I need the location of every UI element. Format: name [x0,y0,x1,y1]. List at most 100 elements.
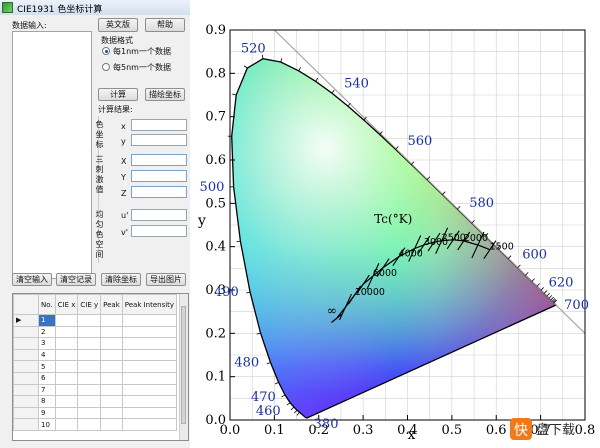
export-image-button[interactable]: 导出图片 [146,273,186,286]
table-cell[interactable] [121,348,178,362]
results-grid[interactable]: No. CIE x CIE y Peak Peak Intensity ▶ 1 2 3 4 5 6 7… [12,293,189,441]
table-cell[interactable]: 2 [38,325,56,339]
table-cell[interactable] [77,314,102,327]
column-header-2[interactable]: CIE x [54,294,79,315]
table-cell[interactable] [100,371,123,385]
y-output[interactable] [131,134,187,146]
table-cell[interactable] [77,418,102,431]
help-button[interactable]: 帮助 [145,18,185,32]
table-cell[interactable] [54,325,79,339]
data-input-textarea[interactable] [12,31,92,279]
table-cell[interactable] [100,314,123,327]
table-cell[interactable] [77,371,102,385]
table-row[interactable]: 9 [13,406,178,420]
table-cell[interactable] [77,360,102,373]
row-header[interactable] [13,371,39,385]
table-row[interactable]: 8 [13,395,178,408]
row-header[interactable] [13,406,39,420]
row-header[interactable] [13,383,39,397]
table-cell[interactable] [54,383,79,397]
table-cell[interactable] [121,337,178,350]
table-cell[interactable]: 8 [38,395,56,408]
table-cell[interactable] [77,337,102,350]
table-row[interactable]: 7 [13,383,178,397]
table-cell[interactable]: 10 [38,418,56,431]
X-output[interactable] [131,154,187,166]
table-cell[interactable] [77,325,102,339]
row-header[interactable] [13,348,39,362]
table-cell[interactable] [100,337,123,350]
table-cell[interactable] [100,395,123,408]
clear-input-button[interactable]: 清空输入 [12,273,52,286]
row-header[interactable]: ▶ [13,314,39,327]
table-cell[interactable] [54,418,79,431]
row-header[interactable] [13,360,39,373]
table-cell[interactable] [121,371,178,385]
table-row[interactable]: 3 [13,337,178,350]
scroll-thumb[interactable] [181,306,186,424]
table-cell[interactable] [54,314,79,327]
table-cell[interactable] [100,406,123,420]
table-cell[interactable] [121,406,178,420]
clear-coordinate-button[interactable]: 清除坐标 [101,273,141,286]
table-row[interactable]: 4 [13,348,178,362]
table-row[interactable]: ▶ 1 [13,314,178,327]
chromaticity-group-label: 色坐标 [95,120,104,149]
app-icon [2,2,13,13]
table-cell[interactable] [121,360,178,373]
table-row[interactable]: 6 [13,371,178,385]
table-cell[interactable]: 9 [38,406,56,420]
u-output[interactable] [131,209,187,221]
clear-record-button[interactable]: 清空记录 [56,273,96,286]
table-cell[interactable] [121,418,178,431]
table-cell[interactable] [54,406,79,420]
table-cell[interactable] [77,383,102,397]
table-cell[interactable] [54,337,79,350]
field-X-label: X [121,157,127,166]
cct-label: 2000 [464,233,488,244]
Y-output[interactable] [131,170,187,182]
table-cell[interactable] [77,395,102,408]
row-header[interactable] [13,325,39,339]
column-header-5[interactable]: Peak Intensity [121,294,178,315]
table-cell[interactable] [100,360,123,373]
row-header[interactable] [13,418,39,431]
row-header[interactable] [13,395,39,408]
table-cell[interactable]: 7 [38,383,56,397]
table-cell[interactable] [54,360,79,373]
table-cell[interactable] [121,395,178,408]
table-cell[interactable] [121,383,178,397]
table-cell[interactable]: 6 [38,371,56,385]
table-cell[interactable] [121,325,178,339]
table-cell[interactable] [100,348,123,362]
draw-coordinate-button[interactable]: 描绘坐标 [145,88,185,101]
x-output[interactable] [131,119,187,131]
english-version-button[interactable]: 英文版 [98,18,138,32]
table-row[interactable]: 5 [13,360,178,373]
table-row[interactable]: 2 [13,325,178,339]
table-row[interactable]: 10 [13,418,178,431]
column-header-1[interactable]: No. [38,294,56,315]
v-output[interactable] [131,225,187,237]
table-cell[interactable] [100,418,123,431]
table-cell[interactable] [100,383,123,397]
table-cell[interactable] [54,395,79,408]
table-cell[interactable]: 1 [38,314,56,327]
table-cell[interactable] [77,348,102,362]
table-cell[interactable] [121,314,178,327]
column-header-3[interactable]: CIE y [77,294,102,315]
column-header-4[interactable]: Peak [100,294,123,315]
table-cell[interactable] [100,325,123,339]
table-cell[interactable] [77,406,102,420]
row-header[interactable] [13,337,39,350]
grid-scrollbar[interactable] [179,294,188,440]
table-cell[interactable] [54,371,79,385]
radio-1nm[interactable] [102,47,110,55]
Z-output[interactable] [131,186,187,198]
table-cell[interactable]: 4 [38,348,56,362]
table-cell[interactable] [54,348,79,362]
table-cell[interactable]: 3 [38,337,56,350]
radio-5nm[interactable] [102,63,110,71]
table-cell[interactable]: 5 [38,360,56,373]
calculate-button[interactable]: 计算 [98,88,138,101]
